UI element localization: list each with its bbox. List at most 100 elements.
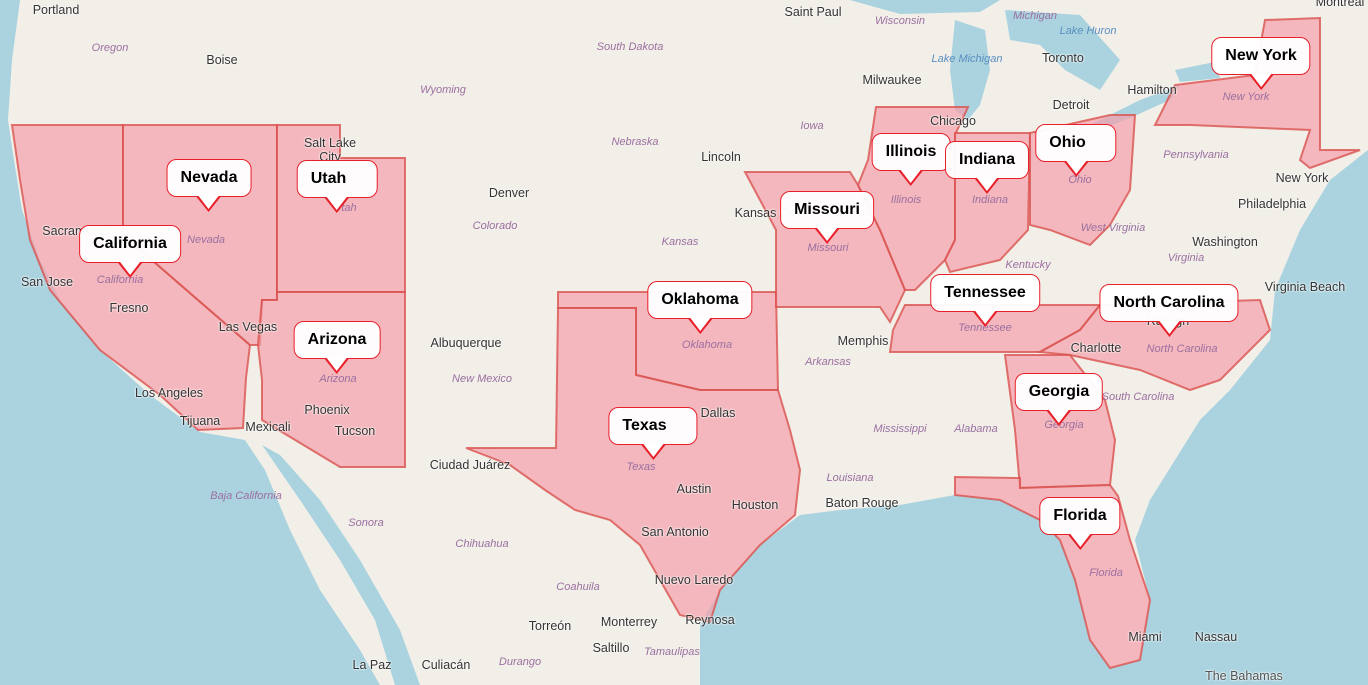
- region-label: Nevada: [187, 234, 225, 246]
- region-label: Arkansas: [805, 356, 851, 368]
- city-label: Reynosa: [685, 613, 735, 627]
- marker-north-carolina[interactable]: North Carolina: [1099, 284, 1239, 337]
- city-label: Virginia Beach: [1264, 280, 1346, 294]
- marker-label: Tennessee: [930, 274, 1040, 312]
- marker-pointer: [1064, 161, 1088, 177]
- region-label: North Carolina: [1146, 343, 1218, 355]
- region-label: Michigan: [1012, 10, 1058, 22]
- city-label: Washington: [1192, 235, 1258, 249]
- marker-georgia[interactable]: Georgia: [1014, 373, 1104, 426]
- marker-tennessee[interactable]: Tennessee: [930, 274, 1040, 327]
- city-label: Torreón: [528, 619, 572, 633]
- marker-arizona[interactable]: Arizona: [293, 321, 381, 374]
- marker-label: Florida: [1039, 497, 1121, 535]
- city-label: Tijuana: [179, 414, 221, 428]
- city-label: New York: [1275, 171, 1329, 185]
- marker-label: Indiana: [944, 141, 1030, 179]
- region-label: Chihuahua: [455, 538, 509, 550]
- city-label: Toronto: [1042, 51, 1084, 65]
- marker-pointer: [974, 178, 999, 194]
- city-label: Mexicali: [245, 420, 291, 434]
- city-label: Philadelphia: [1237, 197, 1307, 211]
- marker-pointer: [324, 358, 349, 374]
- marker-california[interactable]: California: [79, 225, 181, 278]
- city-label: Denver: [488, 186, 530, 200]
- region-label: Virginia: [1167, 252, 1205, 264]
- marker-pointer: [325, 197, 349, 213]
- region-label: Alabama: [954, 423, 998, 435]
- marker-florida[interactable]: Florida: [1039, 497, 1121, 550]
- city-label: San Jose: [20, 275, 74, 289]
- water-label: The Bahamas: [1205, 669, 1283, 683]
- city-label: Charlotte: [1070, 341, 1122, 355]
- city-label: Chicago: [930, 114, 976, 128]
- marker-pointer: [641, 444, 665, 460]
- region-label: Colorado: [472, 220, 518, 232]
- city-label: Nassau: [1194, 630, 1238, 644]
- region-label: Kentucky: [1005, 259, 1051, 271]
- marker-pointer: [973, 311, 997, 327]
- region-label: Tamaulipas: [644, 646, 700, 658]
- marker-label: North Carolina: [1099, 284, 1239, 322]
- city-label: Baton Rouge: [825, 496, 899, 510]
- marker-pointer: [1047, 410, 1071, 426]
- region-label: New York: [1222, 91, 1270, 103]
- city-label: Phoenix: [304, 403, 350, 417]
- marker-new-york[interactable]: New York: [1211, 37, 1311, 90]
- city-label: Boise: [206, 53, 238, 67]
- marker-pointer: [898, 170, 923, 186]
- city-label: La Paz: [352, 658, 392, 672]
- marker-pointer: [1249, 74, 1273, 90]
- region-label: Coahuila: [556, 581, 600, 593]
- city-label: Hamilton: [1127, 83, 1177, 97]
- marker-indiana[interactable]: Indiana: [944, 141, 1030, 194]
- marker-label: Georgia: [1014, 373, 1104, 411]
- city-label: Fresno: [109, 301, 149, 315]
- city-label: Memphis: [837, 334, 889, 348]
- marker-pointer: [1068, 534, 1092, 550]
- region-label: Florida: [1089, 567, 1123, 579]
- city-label: San Antonio: [641, 525, 709, 539]
- region-label: Wyoming: [420, 84, 466, 96]
- marker-label: Oklahoma: [647, 281, 753, 319]
- marker-label: Ohio: [1035, 124, 1117, 162]
- city-label: Houston: [731, 498, 779, 512]
- city-label: Lincoln: [701, 150, 741, 164]
- marker-oklahoma[interactable]: Oklahoma: [647, 281, 753, 334]
- region-label: Durango: [498, 656, 542, 668]
- marker-missouri[interactable]: Missouri: [780, 191, 874, 244]
- marker-ohio[interactable]: Ohio: [1035, 124, 1117, 177]
- city-label: Saint Paul: [784, 5, 842, 19]
- region-label: South Carolina: [1101, 391, 1175, 403]
- region-label: Louisiana: [826, 472, 874, 484]
- city-label: Albuquerque: [430, 336, 502, 350]
- marker-label: Utah: [296, 160, 378, 198]
- marker-illinois[interactable]: Illinois: [871, 133, 951, 186]
- marker-pointer: [117, 262, 142, 278]
- marker-nevada[interactable]: Nevada: [166, 159, 252, 212]
- city-label: Tucson: [334, 424, 376, 438]
- city-label: Dallas: [700, 406, 736, 420]
- region-label: Mississippi: [873, 423, 927, 435]
- region-label: Iowa: [800, 120, 824, 132]
- region-label: Oregon: [91, 42, 129, 54]
- city-label: Detroit: [1052, 98, 1090, 112]
- region-label: Pennsylvania: [1163, 149, 1229, 161]
- marker-label: Arizona: [293, 321, 381, 359]
- marker-label: Illinois: [871, 133, 951, 171]
- region-label: Kansas: [661, 236, 699, 248]
- marker-texas[interactable]: Texas: [608, 407, 698, 460]
- region-label: New Mexico: [452, 373, 512, 385]
- region-label: Oklahoma: [681, 339, 733, 351]
- region-label: Illinois: [890, 194, 922, 206]
- marker-label: Texas: [608, 407, 698, 445]
- marker-utah[interactable]: Utah: [296, 160, 378, 213]
- marker-pointer: [687, 318, 712, 334]
- marker-pointer: [1157, 321, 1181, 337]
- marker-pointer: [814, 228, 839, 244]
- city-label: Miami: [1128, 630, 1162, 644]
- city-label: Nuevo Laredo: [654, 573, 734, 587]
- city-label: Portland: [32, 3, 80, 17]
- city-label: Austin: [676, 482, 712, 496]
- lake-michigan: [950, 20, 990, 120]
